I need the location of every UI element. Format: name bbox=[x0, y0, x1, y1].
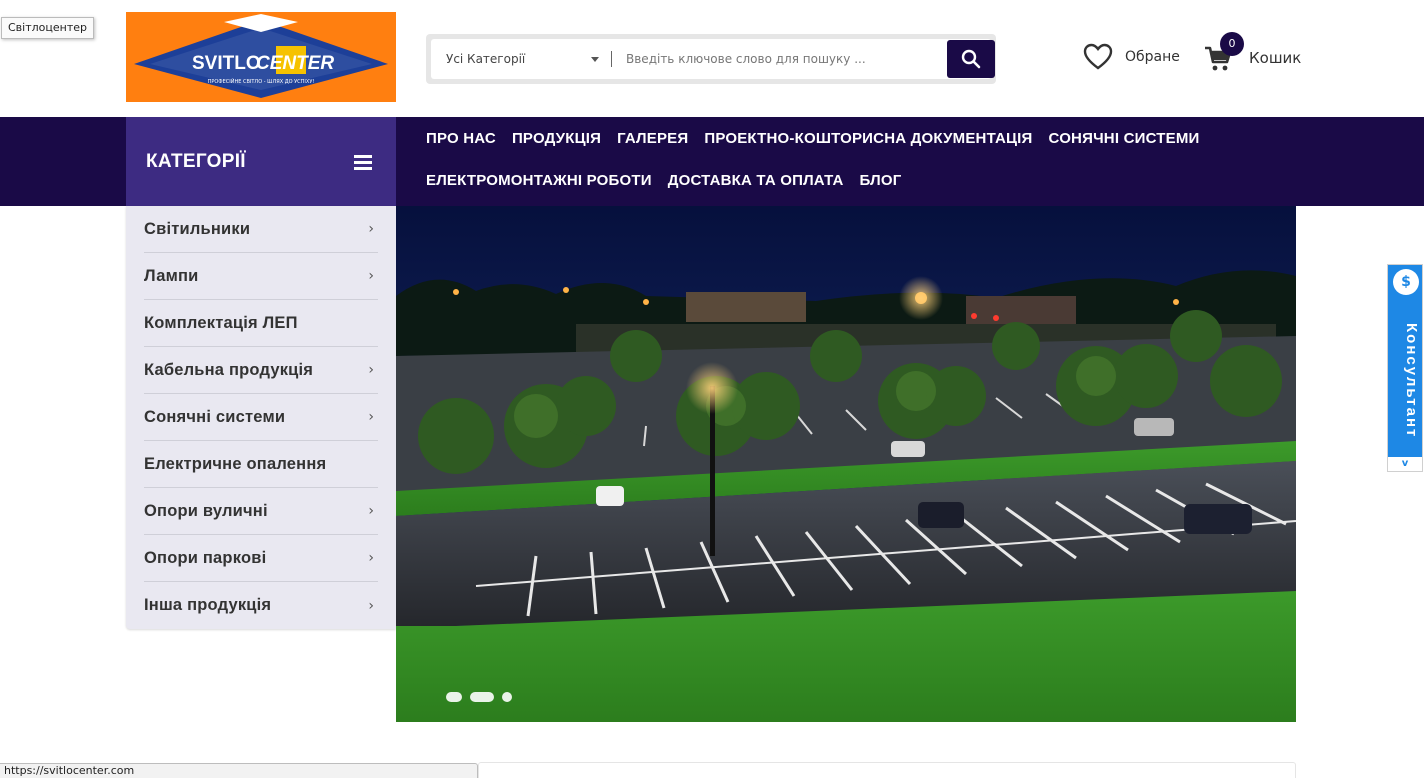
category-label: Інша продукція bbox=[144, 596, 272, 614]
category-label: Комплектація ЛЕП bbox=[144, 313, 298, 332]
search-bar: Усі Категорії bbox=[426, 34, 996, 84]
caret-down-icon[interactable] bbox=[591, 57, 599, 62]
nav-link[interactable]: СОНЯЧНІ СИСТЕМИ bbox=[1049, 130, 1200, 147]
category-label: Електричне опалення bbox=[144, 454, 327, 473]
category-item[interactable]: Електричне опалення bbox=[144, 441, 378, 488]
category-item[interactable]: Кабельна продукція › bbox=[144, 347, 378, 394]
slider-dots bbox=[446, 692, 512, 702]
category-item[interactable]: Опори вуличні › bbox=[144, 488, 378, 535]
category-label: Опори паркові bbox=[144, 548, 267, 567]
category-item[interactable]: Комплектація ЛЕП bbox=[144, 300, 378, 347]
nav-link[interactable]: ПРОЕКТНО-КОШТОРИСНА ДОКУМЕНТАЦІЯ bbox=[704, 130, 1032, 147]
divider bbox=[611, 51, 612, 67]
chevron-right-icon: › bbox=[368, 221, 374, 237]
category-item[interactable]: Інша продукція › bbox=[144, 582, 378, 629]
chat-dollar-icon: $ bbox=[1393, 269, 1419, 295]
heart-icon bbox=[1083, 43, 1113, 70]
nav-link[interactable]: ДОСТАВКА ТА ОПЛАТА bbox=[668, 172, 844, 189]
content-box bbox=[478, 762, 1296, 778]
search-icon bbox=[961, 49, 981, 69]
chevron-right-icon: › bbox=[368, 597, 374, 614]
category-item[interactable]: Опори паркові › bbox=[144, 535, 378, 582]
category-sidebar: Світильники › Лампи › Комплектація ЛЕП Кабель… bbox=[126, 206, 396, 629]
category-label: Кабельна продукція bbox=[144, 360, 314, 379]
category-item[interactable]: Лампи › bbox=[144, 253, 378, 300]
hero-image bbox=[396, 206, 1296, 722]
chevron-right-icon: › bbox=[368, 503, 374, 519]
slider-dot[interactable] bbox=[502, 692, 512, 702]
chevron-right-icon: › bbox=[368, 409, 374, 425]
category-item[interactable]: Світильники › bbox=[144, 206, 378, 253]
chevron-down-icon[interactable]: v bbox=[1388, 457, 1422, 471]
browser-status-bar: https://svitlocenter.com bbox=[0, 763, 478, 778]
category-item[interactable]: Сонячні системи › bbox=[144, 394, 378, 441]
chevron-right-icon: › bbox=[368, 362, 374, 378]
nav-link[interactable]: ПРОДУКЦІЯ bbox=[512, 130, 601, 147]
categories-header[interactable]: КАТЕГОРІЇ bbox=[126, 117, 396, 206]
site-logo[interactable]: SVITLO CENTER ПРОФЕСІЙНЕ СВІТЛО - ШЛЯХ Д… bbox=[126, 12, 396, 102]
consultant-label: Консультант bbox=[1403, 322, 1420, 439]
chevron-right-icon: › bbox=[368, 268, 374, 284]
nav-link[interactable]: ПРО НАС bbox=[426, 130, 496, 147]
wishlist-label: Обране bbox=[1125, 49, 1180, 65]
category-label: Світильники bbox=[144, 219, 251, 238]
main-menu: ПРО НАС ПРОДУКЦІЯ ГАЛЕРЕЯ ПРОЕКТНО-КОШТОРИС… bbox=[426, 117, 1286, 201]
svg-text:SVITLO: SVITLO bbox=[192, 53, 261, 74]
nav-link[interactable]: ГАЛЕРЕЯ bbox=[617, 130, 688, 147]
consultant-widget[interactable]: $ Консультант v bbox=[1387, 264, 1423, 472]
menu-icon[interactable] bbox=[354, 155, 372, 173]
search-input[interactable] bbox=[626, 39, 941, 79]
menu-row: ЕЛЕКТРОМОНТАЖНІ РОБОТИ ДОСТАВКА ТА ОПЛАТА… bbox=[426, 159, 1286, 201]
cart-count-badge: 0 bbox=[1220, 32, 1244, 56]
svg-text:CENTER: CENTER bbox=[256, 53, 334, 74]
nav-link[interactable]: ЕЛЕКТРОМОНТАЖНІ РОБОТИ bbox=[426, 172, 652, 189]
category-label: Лампи bbox=[144, 266, 199, 285]
cart-label: Кошик bbox=[1249, 49, 1302, 67]
slider-dot[interactable] bbox=[446, 692, 462, 702]
tooltip: Світлоцентер bbox=[1, 17, 94, 39]
cart-link[interactable]: 0 Кошик bbox=[1203, 32, 1302, 78]
category-label: Опори вуличні bbox=[144, 501, 268, 520]
chevron-right-icon: › bbox=[368, 550, 374, 566]
menu-row: ПРО НАС ПРОДУКЦІЯ ГАЛЕРЕЯ ПРОЕКТНО-КОШТОРИС… bbox=[426, 117, 1286, 159]
hero-slider[interactable] bbox=[396, 206, 1296, 722]
wishlist-link[interactable]: Обране bbox=[1083, 40, 1180, 74]
search-button[interactable] bbox=[947, 40, 995, 78]
categories-title: КАТЕГОРІЇ bbox=[146, 150, 246, 172]
slider-dot[interactable] bbox=[470, 692, 494, 702]
category-label: Сонячні системи bbox=[144, 407, 286, 426]
svg-text:ПРОФЕСІЙНЕ СВІТЛО - ШЛЯХ ДО УС: ПРОФЕСІЙНЕ СВІТЛО - ШЛЯХ ДО УСПІХУ! bbox=[208, 78, 315, 85]
nav-link[interactable]: БЛОГ bbox=[860, 172, 902, 189]
category-select[interactable]: Усі Категорії bbox=[431, 39, 611, 79]
